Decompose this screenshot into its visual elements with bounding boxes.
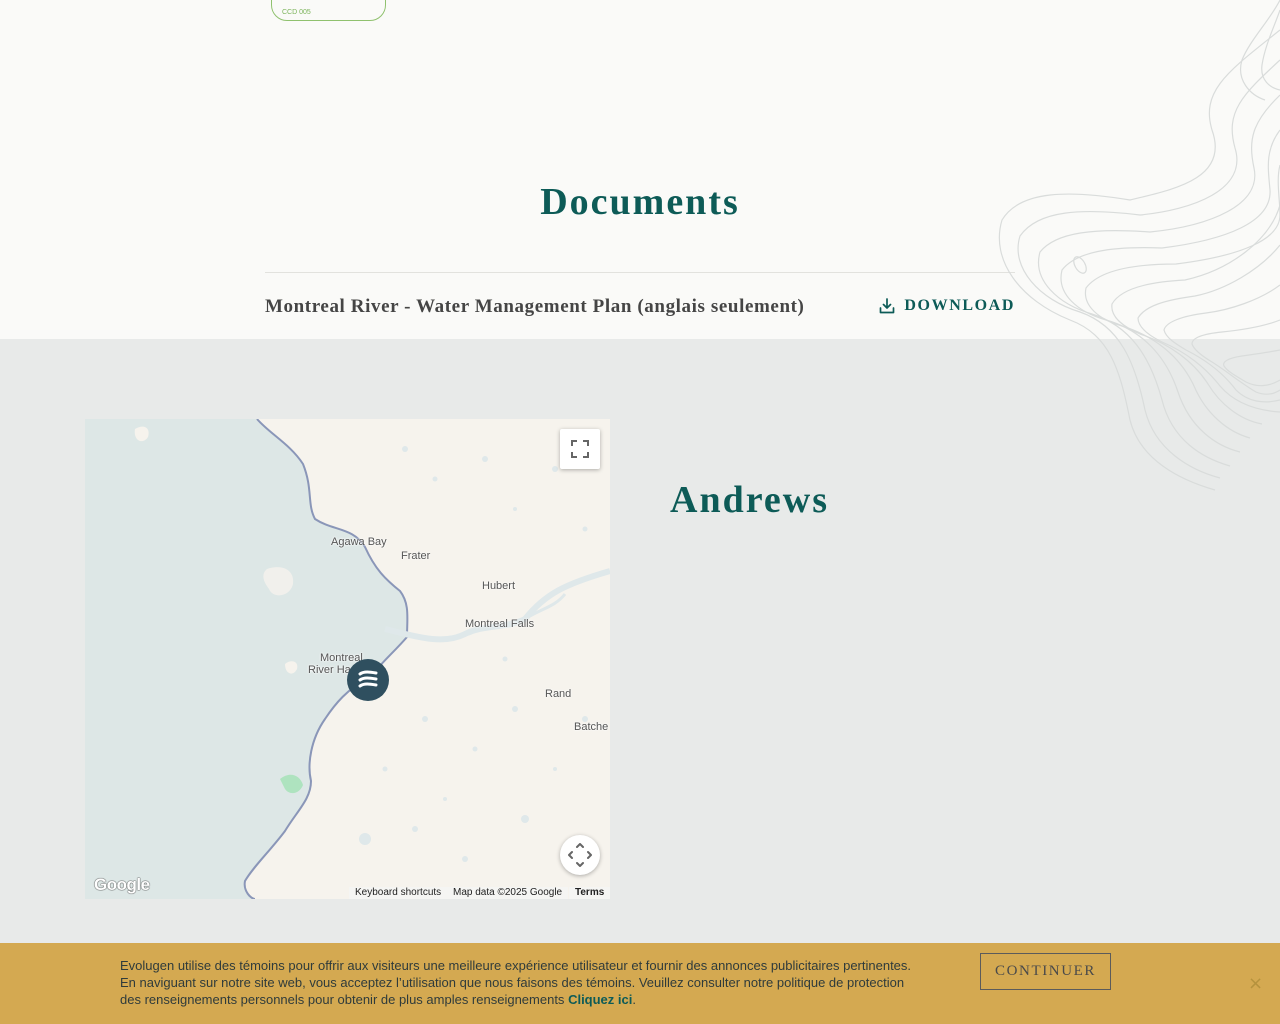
map-label-montreal-falls: Montreal Falls — [465, 618, 535, 630]
map-label-hubert: Hubert — [482, 580, 516, 592]
download-icon — [880, 298, 895, 314]
fullscreen-icon — [571, 440, 589, 458]
document-row: Montreal River - Water Management Plan (… — [265, 272, 1015, 339]
keyboard-shortcuts-link[interactable]: Keyboard shortcuts — [349, 887, 448, 899]
water-waves-icon — [358, 670, 378, 688]
map-label-agawa-bay: Agawa Bay — [331, 536, 387, 548]
location-title: Andrews — [670, 479, 829, 521]
move-arrows-icon — [568, 843, 592, 867]
documents-title: Documents — [540, 181, 740, 223]
document-name: Montreal River - Water Management Plan (… — [265, 296, 805, 317]
google-logo: Google — [94, 875, 150, 894]
documents-section: CCD 005 Documents Montreal River - Water… — [0, 0, 1280, 339]
cookie-message: Evolugen utilise des témoins pour offrir… — [120, 957, 920, 1008]
cookie-policy-link[interactable]: Cliquez ici — [568, 992, 632, 1007]
map-label-frater: Frater — [401, 550, 431, 562]
cookie-banner: Evolugen utilise des témoins pour offrir… — [0, 943, 1280, 1024]
continue-button[interactable]: CONTINUER — [980, 953, 1111, 990]
map-label-rand: Rand — [545, 688, 572, 700]
close-icon[interactable]: × — [1248, 975, 1263, 993]
location-marker[interactable] — [347, 659, 389, 701]
fullscreen-button[interactable] — [560, 429, 600, 469]
download-button[interactable]: DOWNLOAD — [879, 297, 1015, 315]
cookie-message-suffix: . — [632, 992, 636, 1007]
map-widget[interactable]: Agawa Bay Frater Hubert Montreal Falls M… — [85, 419, 610, 899]
map-camera-control[interactable] — [560, 835, 600, 875]
badge-text: CCD 005 — [282, 9, 311, 16]
terms-link[interactable]: Terms — [569, 887, 610, 899]
certification-badge: CCD 005 — [271, 0, 386, 21]
map-data-attribution: Map data ©2025 Google — [447, 887, 569, 899]
download-label: DOWNLOAD — [904, 297, 1015, 314]
map-label-montreal-river-harbour-2: River Ha — [308, 664, 351, 676]
map-label-batchewana: Batche — [574, 721, 609, 733]
cookie-message-text: Evolugen utilise des témoins pour offrir… — [120, 958, 912, 1007]
